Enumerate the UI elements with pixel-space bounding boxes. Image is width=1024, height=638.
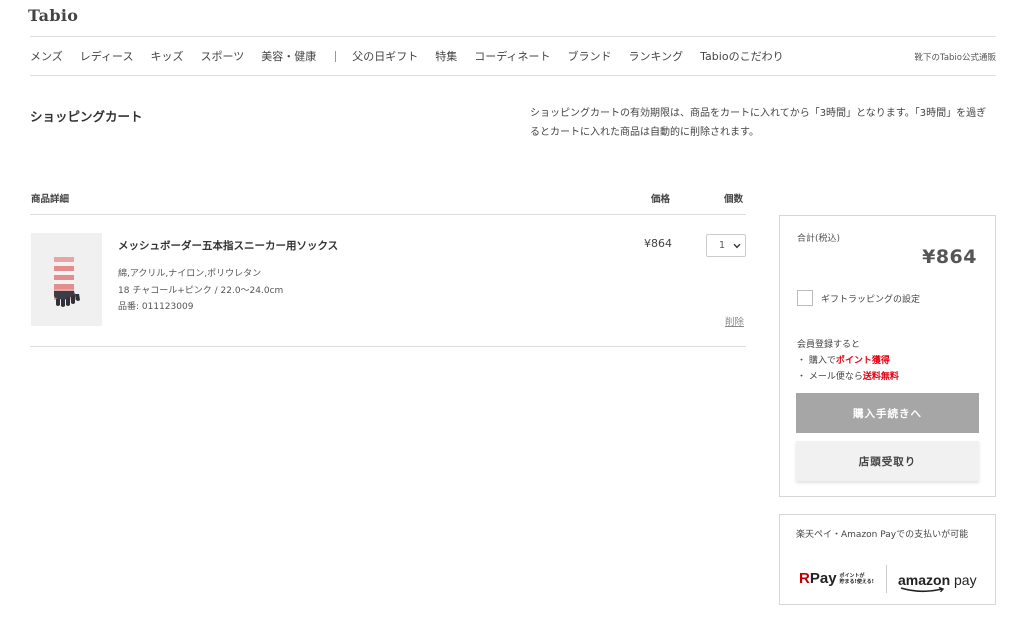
order-summary-panel: 合計(税込) ¥864 ギフトラッピングの設定 会員登録すると ・ 購入でポイン… [779,215,996,497]
store-pickup-button[interactable]: 店頭受取り [796,441,979,481]
payment-logo-divider [886,565,887,593]
total-amount: ¥864 [922,246,977,268]
gift-wrapping-label: ギフトラッピングの設定 [821,294,921,305]
sock-image [54,257,80,307]
member-benefits: 会員登録すると ・ 購入でポイント獲得 ・ メール便なら送料無料 [797,337,899,385]
gift-wrapping-checkbox[interactable] [797,290,813,306]
nav-item-ranking[interactable]: ランキング [628,48,683,64]
nav-item-brand[interactable]: ブランド [567,48,611,64]
nav-item-ladies[interactable]: レディース [80,48,134,64]
quantity-select[interactable]: 1 [706,234,746,257]
chevron-down-icon [733,243,741,248]
column-header-qty: 個数 [724,194,744,205]
nav-item-sports[interactable]: スポーツ [200,48,244,64]
member-benefit-points: ・ 購入でポイント獲得 [797,356,890,366]
nav-item-kids[interactable]: キッズ [150,48,183,64]
payment-options-text: 楽天ペイ・Amazon Payでの支払いが可能 [796,530,969,540]
cart-header-divider [30,214,746,215]
nav-item-mens[interactable]: メンズ [30,48,63,64]
total-label: 合計(税込) [797,234,841,244]
product-name-link[interactable]: メッシュボーダー五本指スニーカー用ソックス [118,238,338,253]
product-sku: 品番: 011123009 [118,302,194,312]
checkout-button[interactable]: 購入手続きへ [796,393,979,433]
amazon-pay-logo[interactable]: amazon pay [898,570,977,593]
payment-options-panel: 楽天ペイ・Amazon Payでの支払いが可能 RPay ポイントが 貯まる!使え… [779,514,996,605]
cart-row-divider [30,346,746,347]
free-shipping-highlight: 送料無料 [862,372,899,382]
points-highlight: ポイント獲得 [835,356,890,366]
cart-expiry-notice: ショッピングカートの有効期限は、商品をカートに入れてから「3時間」となります。「… [530,108,987,138]
gift-wrapping-option[interactable]: ギフトラッピングの設定 [797,290,920,306]
nav-item-beauty-health[interactable]: 美容・健康 [261,48,316,64]
nav-item-coordinate[interactable]: コーディネート [474,48,550,64]
rakuten-pay-logo[interactable]: RPay ポイントが 貯まる!使える! [799,570,874,587]
product-material: 綿,アクリル,ナイロン,ポリウレタン [118,269,262,279]
main-nav: メンズ レディース キッズ スポーツ 美容・健康 父の日ギフト 特集 コーディネ… [30,47,801,65]
column-header-detail: 商品詳細 [31,194,70,205]
product-thumbnail[interactable] [31,233,102,326]
member-benefits-title: 会員登録すると [797,340,861,350]
nav-item-features[interactable]: 特集 [435,48,457,64]
page-title: ショッピングカート [30,109,143,124]
column-header-price: 価格 [651,194,671,205]
product-variant: 18 チャコール+ピンク / 22.0〜24.0cm [118,286,284,296]
member-benefit-shipping: ・ メール便なら送料無料 [797,372,899,382]
site-tagline-link[interactable]: 靴下のTabio公式通販 [915,51,996,63]
delete-item-link[interactable]: 削除 [725,314,744,328]
nav-item-kodawari[interactable]: Tabioのこだわり [700,48,783,64]
nav-item-fathers-day[interactable]: 父の日ギフト [352,48,418,64]
item-price: ¥864 [644,237,672,250]
header-divider-bottom [30,75,996,76]
header-divider-top [30,36,996,37]
quantity-value: 1 [718,240,725,251]
tabio-logo[interactable]: Tabio [28,6,78,25]
nav-separator [335,50,337,62]
